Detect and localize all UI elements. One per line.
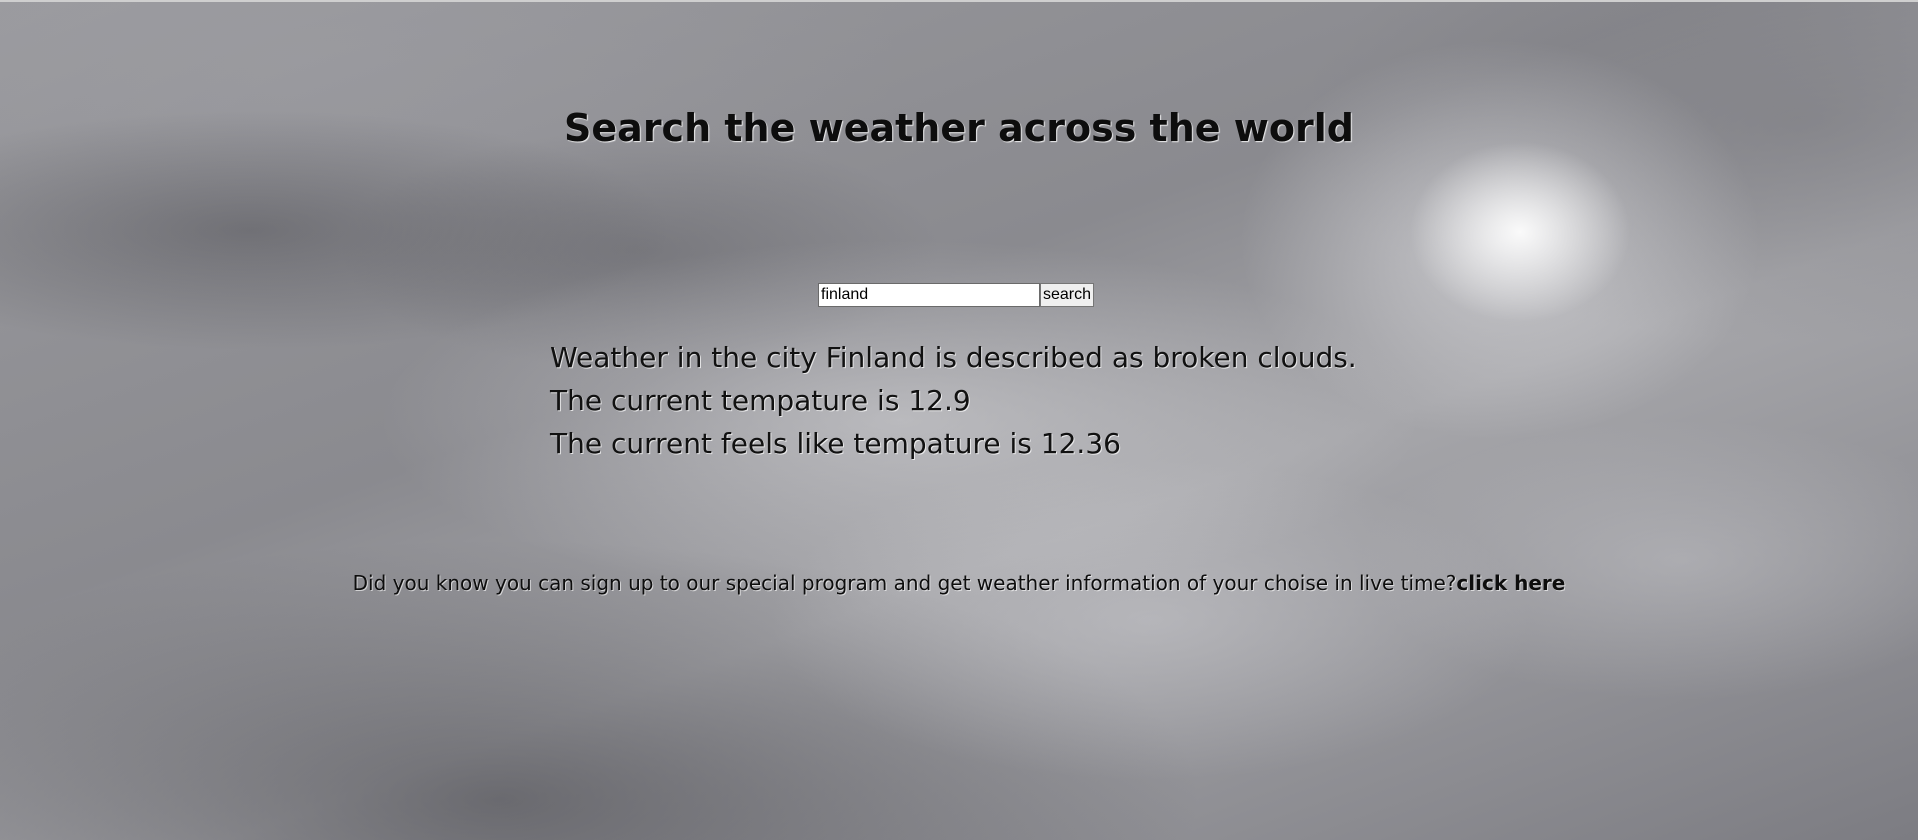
search-input[interactable] xyxy=(818,283,1040,307)
weather-description: Weather in the city Finland is described… xyxy=(550,341,1357,374)
promo-text: Did you know you can sign up to our spec… xyxy=(352,571,1457,595)
search-form: search xyxy=(818,283,1095,307)
search-button[interactable]: search xyxy=(1040,283,1095,307)
feels-like-temperature: The current feels like tempature is 12.3… xyxy=(550,427,1121,460)
weather-page: { "header": { "title": "Search the weath… xyxy=(0,0,1918,840)
current-temperature: The current tempature is 12.9 xyxy=(550,384,971,417)
signup-link[interactable]: click here xyxy=(1456,571,1565,595)
page-title: Search the weather across the world xyxy=(564,106,1354,150)
weather-results: Weather in the city Finland is described… xyxy=(550,336,1357,465)
promo-banner: Did you know you can sign up to our spec… xyxy=(0,571,1918,595)
